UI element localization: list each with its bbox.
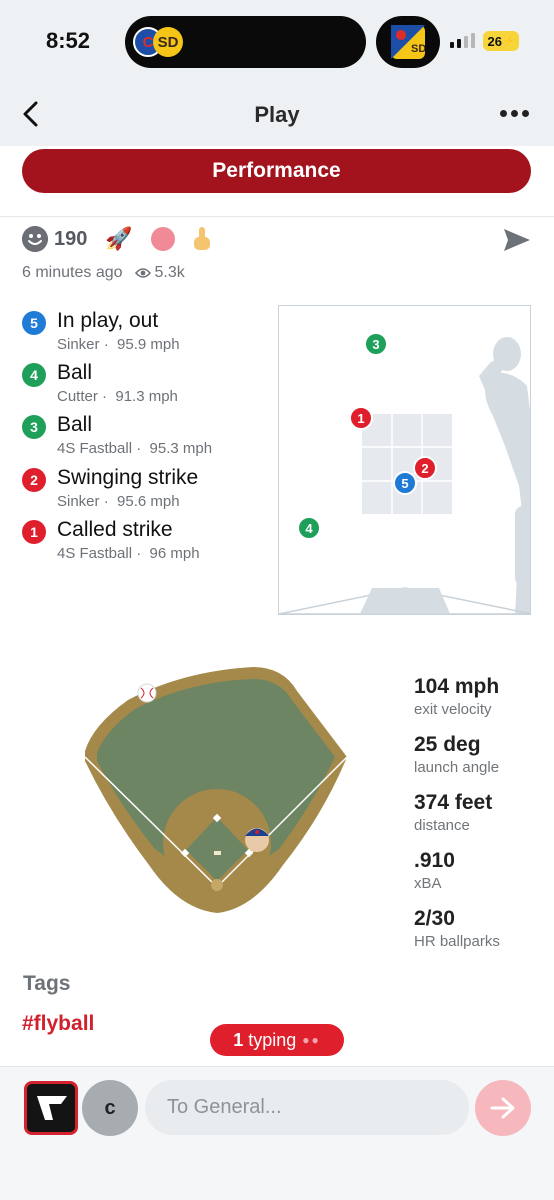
pitch-number-badge: 4 — [22, 363, 46, 387]
app-logo-button[interactable] — [24, 1081, 78, 1135]
stat-label: distance — [414, 817, 470, 834]
pitch-result: Ball — [57, 361, 93, 384]
post-meta: 6 minutes ago 5.3k — [22, 264, 185, 282]
reaction-count: 190 — [54, 227, 88, 250]
pitch-number-badge: 3 — [22, 415, 46, 439]
page-title: Play — [254, 102, 300, 127]
pitch-detail: 4S Fastball · 96 mph — [57, 545, 200, 562]
pitch-type: Sinker — [57, 493, 100, 510]
hit-stat: 374 feet distance — [414, 791, 492, 834]
pitch-type: 4S Fastball — [57, 440, 133, 457]
pitch-detail: 4S Fastball · 95.3 mph — [57, 440, 213, 457]
strike-zone-chart: 3 1 2 5 4 — [278, 305, 531, 615]
send-message-button[interactable] — [475, 1080, 531, 1136]
zone-pitch-marker[interactable]: 3 — [364, 332, 388, 356]
pitch-speed: 95.6 mph — [117, 493, 180, 510]
battery-level: 26 — [487, 33, 502, 49]
post-time-ago: 6 minutes ago — [22, 264, 123, 281]
finger-reaction-icon[interactable] — [191, 226, 213, 252]
stat-label: exit velocity — [414, 701, 492, 718]
batter-silhouette — [479, 337, 530, 614]
stat-label: xBA — [414, 875, 442, 892]
zone-pitch-marker[interactable]: 1 — [349, 406, 373, 430]
home-plate — [359, 588, 451, 614]
zone-pitch-marker[interactable]: 2 — [413, 456, 437, 480]
hit-stat: 2/30 HR ballparks — [414, 907, 500, 950]
pitchers-mound — [214, 851, 221, 855]
share-send-icon[interactable] — [503, 228, 531, 252]
typing-count: 1 — [233, 1029, 244, 1050]
message-input[interactable] — [145, 1080, 469, 1135]
strike-zone-graphic — [279, 337, 530, 614]
stat-value: .910 — [414, 849, 455, 872]
status-bar: 8:52 C SD SD 26 ⚡ — [0, 0, 554, 80]
divider — [0, 216, 554, 217]
pitch-speed: 91.3 mph — [115, 388, 178, 405]
pitch-speed: 95.3 mph — [149, 440, 213, 457]
rocket-reaction-icon[interactable]: 🚀 — [105, 226, 132, 252]
hit-stat: 104 mph exit velocity — [414, 675, 499, 718]
tags-heading: Tags — [23, 972, 71, 995]
navigation-bar: Play — [0, 80, 554, 146]
cellular-signal-icon — [450, 33, 475, 48]
pitch-speed: 95.9 mph — [117, 336, 180, 353]
tag-link[interactable]: #flyball — [22, 1012, 94, 1036]
pitch-number-badge: 1 — [22, 520, 46, 544]
stat-value: 25 deg — [414, 733, 481, 756]
hit-stat: .910 xBA — [414, 849, 455, 892]
padres-logo-icon: SD — [153, 27, 183, 57]
pitch-result: Swinging strike — [57, 466, 199, 489]
status-time: 8:52 — [46, 28, 91, 53]
zone-grid — [362, 414, 452, 514]
user-avatar[interactable]: c — [82, 1080, 138, 1136]
pitch-detail: Sinker · 95.9 mph — [57, 336, 180, 353]
stat-value: 104 mph — [414, 675, 500, 698]
live-activity-compact[interactable]: SD — [376, 16, 440, 68]
svg-text:SD: SD — [411, 43, 425, 55]
stat-value: 2/30 — [414, 907, 455, 930]
spray-chart — [84, 667, 348, 913]
pitch-type: Cutter — [57, 388, 98, 405]
performance-button[interactable]: Performance — [22, 149, 531, 193]
pitch-number-badge: 2 — [22, 468, 46, 492]
stat-value: 374 feet — [414, 791, 493, 814]
matchup-logo-icon: SD — [391, 25, 425, 59]
pitch-detail: Sinker · 95.6 mph — [57, 493, 180, 510]
stat-label: launch angle — [414, 759, 500, 776]
eye-icon — [134, 268, 151, 278]
typing-indicator: 1 typing ●● — [210, 1024, 344, 1056]
typing-label: typing — [248, 1029, 297, 1050]
home-plate-area — [211, 879, 223, 891]
baseball-landing-icon — [137, 683, 157, 703]
app-logo-icon — [37, 1096, 67, 1120]
stat-label: HR ballparks — [414, 933, 500, 950]
arrow-right-icon — [490, 1097, 515, 1119]
pitch-type: 4S Fastball — [57, 545, 133, 562]
pitch-result: Called strike — [57, 518, 173, 541]
pitch-detail: Cutter · 91.3 mph — [57, 388, 178, 405]
hit-stat: 25 deg launch angle — [414, 733, 499, 776]
battery-icon: 26 ⚡ — [483, 31, 519, 51]
pink-circle-reaction-icon[interactable] — [150, 227, 175, 251]
smiley-reaction-icon[interactable] — [22, 226, 48, 252]
pitch-result: In play, out — [57, 309, 159, 332]
pitch-speed: 96 mph — [149, 545, 200, 562]
zone-pitch-marker[interactable]: 5 — [393, 471, 417, 495]
pitch-result: Ball — [57, 413, 93, 436]
typing-dots-icon: ●● — [302, 1033, 321, 1047]
reactions-row: 190 🚀 — [22, 226, 213, 252]
more-horizontal-icon[interactable] — [500, 110, 529, 117]
dynamic-island-live-activity[interactable]: C SD — [125, 16, 366, 68]
view-count: 5.3k — [154, 264, 185, 281]
pitch-type: Sinker — [57, 336, 100, 353]
pitch-number-badge: 5 — [22, 311, 46, 335]
zone-pitch-marker[interactable]: 4 — [297, 516, 321, 540]
